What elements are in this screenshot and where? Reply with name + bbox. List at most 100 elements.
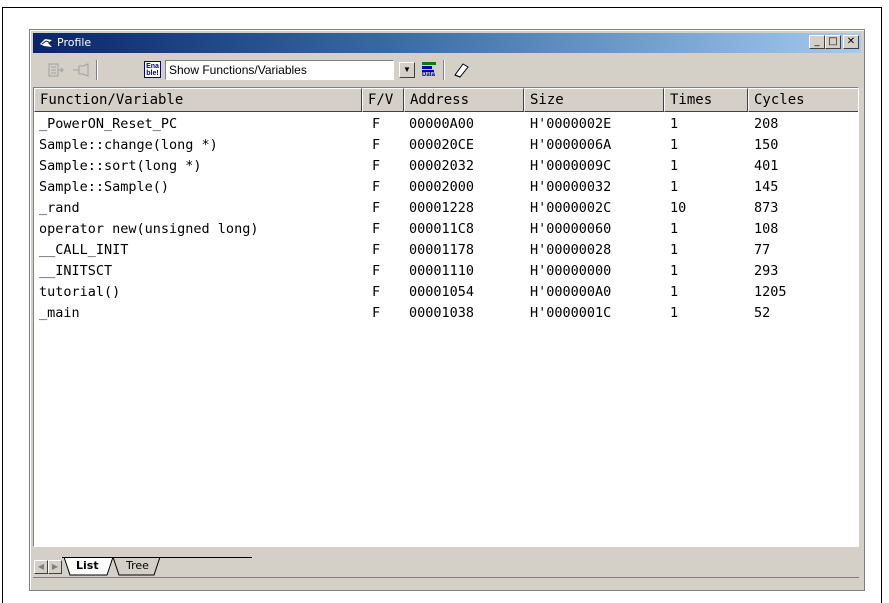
function-cell: Sample::Sample() — [39, 179, 170, 195]
close-icon: ✕ — [846, 36, 856, 47]
times-cell: 10 — [670, 200, 687, 216]
tab-list[interactable]: List — [76, 559, 99, 576]
display-select-dropdown[interactable]: ▼ — [399, 62, 415, 78]
title-bar[interactable]: Profile _ □ ✕ — [33, 33, 861, 53]
column-header-size[interactable]: Size — [524, 88, 664, 112]
function-cell: Sample::change(long *) — [39, 137, 218, 153]
address-cell: 000011C8 — [409, 221, 475, 237]
fv-cell: F — [372, 221, 381, 237]
table-row[interactable]: Sample::Sample() F 00002000 H'00000032 1 145 — [34, 178, 858, 199]
size-cell: H'0000001C — [530, 305, 612, 321]
size-cell: H'00000028 — [530, 242, 612, 258]
tab-scroll-right-button[interactable]: ▶ — [48, 560, 62, 574]
fv-cell: F — [372, 305, 381, 321]
enable-label-line2: ble! — [146, 70, 159, 77]
table-row[interactable]: operator new(unsigned long) F 000011C8 H'00… — [34, 220, 858, 241]
export-icon — [48, 63, 64, 77]
enable-profile-button[interactable]: Ena ble! — [143, 60, 163, 80]
minimize-icon: _ — [814, 36, 820, 47]
table-row[interactable]: Sample::sort(long *) F 00002032 H'0000009C 1… — [34, 157, 858, 178]
tab-scroll-left-button[interactable]: ◀ — [34, 560, 48, 574]
window-bottom-edge — [33, 577, 859, 581]
function-cell: __CALL_INIT — [39, 242, 129, 258]
profile-icon — [40, 39, 52, 47]
table-row[interactable]: __INITSCT F 00001110 H'00000000 1 293 — [34, 262, 858, 283]
arrow-left-icon: ◀ — [37, 562, 45, 571]
size-cell: H'0000006A — [530, 137, 612, 153]
address-cell: 00001228 — [409, 200, 475, 216]
display-select[interactable]: Show Functions/Variables — [165, 60, 394, 80]
column-header-times[interactable]: Times — [664, 88, 748, 112]
link-button[interactable] — [71, 60, 91, 80]
address-cell: 00000A00 — [409, 116, 475, 132]
arrow-right-icon: ▶ — [51, 562, 59, 571]
address-cell: 00001178 — [409, 242, 475, 258]
table-row[interactable]: _PowerON_Reset_PC F 00000A00 H'0000002E 1 208 — [34, 115, 858, 136]
column-header-fv[interactable]: F/V — [362, 88, 404, 112]
times-cell: 1 — [670, 263, 679, 279]
tab-tree[interactable]: Tree — [126, 559, 149, 576]
function-cell: tutorial() — [39, 284, 121, 300]
eraser-icon — [454, 63, 469, 78]
table-row[interactable]: _rand F 00001228 H'0000002C 10 873 — [34, 199, 858, 220]
function-cell: Sample::sort(long *) — [39, 158, 202, 174]
address-cell: 00001054 — [409, 284, 475, 300]
maximize-button[interactable]: □ — [825, 35, 841, 49]
times-cell: 1 — [670, 179, 679, 195]
minimize-button[interactable]: _ — [809, 35, 825, 49]
chevron-down-icon: ▼ — [403, 65, 411, 74]
fv-cell: F — [372, 137, 381, 153]
cycles-cell: 52 — [754, 305, 771, 321]
fv-cell: F — [372, 116, 381, 132]
fv-cell: F — [372, 200, 381, 216]
profile-table: Function/Variable F/V Address Size Times… — [33, 87, 859, 547]
address-cell: 000020CE — [409, 137, 475, 153]
fv-cell: F — [372, 242, 381, 258]
cycles-cell: 873 — [754, 200, 779, 216]
function-cell: _PowerON_Reset_PC — [39, 116, 178, 132]
function-cell: operator new(unsigned long) — [39, 221, 259, 237]
size-cell: H'00000060 — [530, 221, 612, 237]
fv-cell: F — [372, 263, 381, 279]
function-cell: _main — [39, 305, 80, 321]
address-cell: 00001110 — [409, 263, 475, 279]
times-cell: 1 — [670, 305, 679, 321]
cycles-cell: 401 — [754, 158, 779, 174]
cycles-cell: 208 — [754, 116, 779, 132]
display-select-value: Show Functions/Variables — [169, 63, 307, 77]
data-button[interactable]: Data — [419, 60, 439, 80]
output-profile-button[interactable] — [46, 60, 66, 80]
toolbar-separator — [96, 60, 98, 80]
function-cell: __INITSCT — [39, 263, 113, 279]
times-cell: 1 — [670, 158, 679, 174]
column-header-function[interactable]: Function/Variable — [34, 88, 362, 112]
fv-cell: F — [372, 284, 381, 300]
address-cell: 00001038 — [409, 305, 475, 321]
fv-cell: F — [372, 179, 381, 195]
column-header-cycles[interactable]: Cycles — [748, 88, 858, 112]
table-row[interactable]: tutorial() F 00001054 H'000000A0 1 1205 — [34, 283, 858, 304]
clear-button[interactable] — [451, 60, 471, 80]
table-row[interactable]: __CALL_INIT F 00001178 H'00000028 1 77 — [34, 241, 858, 262]
table-row[interactable]: Sample::change(long *) F 000020CE H'0000006… — [34, 136, 858, 157]
close-button[interactable]: ✕ — [843, 35, 859, 49]
cycles-cell: 77 — [754, 242, 771, 258]
size-cell: H'000000A0 — [530, 284, 612, 300]
toolbar-separator-2 — [443, 60, 445, 80]
cycles-cell: 145 — [754, 179, 779, 195]
window-title: Profile — [57, 36, 92, 49]
address-cell: 00002032 — [409, 158, 475, 174]
enable-icon: Ena ble! — [144, 61, 161, 78]
cycles-cell: 1205 — [754, 284, 787, 300]
data-label: Data — [422, 72, 436, 78]
times-cell: 1 — [670, 284, 679, 300]
maximize-icon: □ — [828, 36, 838, 47]
plug-icon — [73, 63, 89, 77]
size-cell: H'0000002E — [530, 116, 612, 132]
tab-bar: ◀ ▶ List Tree — [33, 557, 859, 577]
table-row[interactable]: _main F 00001038 H'0000001C 1 52 — [34, 304, 858, 325]
cycles-cell: 293 — [754, 263, 779, 279]
size-cell: H'00000000 — [530, 263, 612, 279]
column-header-address[interactable]: Address — [404, 88, 524, 112]
function-cell: _rand — [39, 200, 80, 216]
